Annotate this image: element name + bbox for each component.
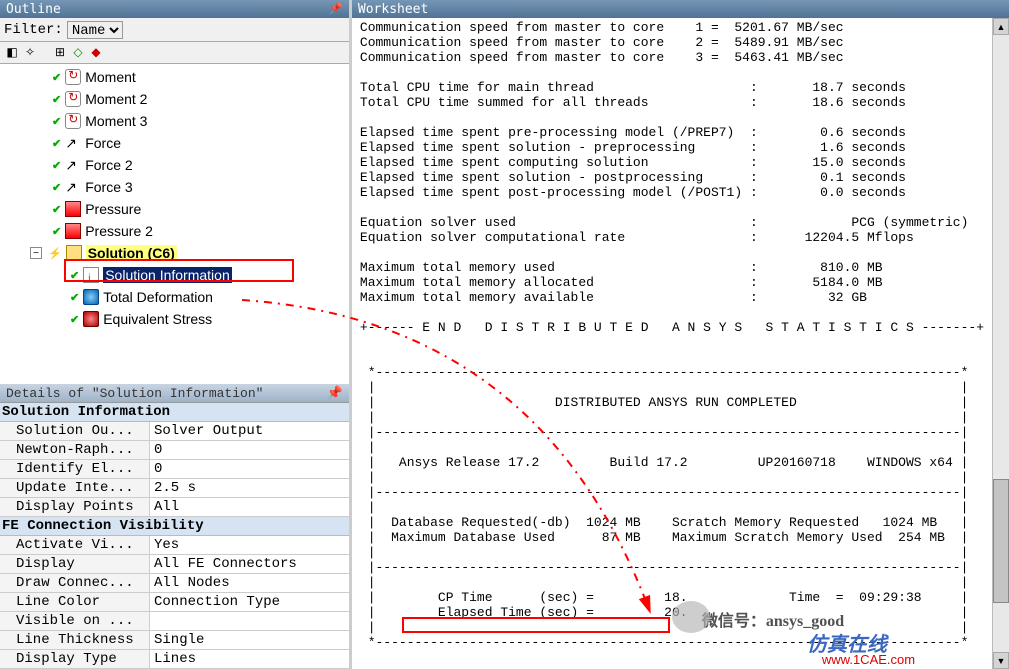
tree-item-solution[interactable]: −⚡Solution (C6) (2, 242, 345, 264)
details-grid: Solution Information Solution Ou...Solve… (0, 402, 349, 669)
details-row[interactable]: Visible on ... (0, 612, 349, 631)
info-icon (83, 267, 99, 283)
details-row[interactable]: Newton-Raph...0 (0, 441, 349, 460)
details-row[interactable]: Line ColorConnection Type (0, 593, 349, 612)
outline-title-bar: Outline 📌 (0, 0, 349, 18)
toolbar-btn-2[interactable]: ✧ (22, 44, 38, 60)
tree-item[interactable]: ✔Moment 3 (2, 110, 345, 132)
details-row[interactable]: Draw Connec...All Nodes (0, 574, 349, 593)
details-section-header[interactable]: Solution Information (0, 403, 349, 422)
check-icon: ✔ (52, 137, 61, 150)
toolbar-btn-5[interactable]: ◆ (88, 44, 104, 60)
filter-row: Filter: Name (0, 18, 349, 42)
pressure-icon (65, 223, 81, 239)
solution-icon (66, 245, 82, 261)
pressure-icon (65, 201, 81, 217)
toolbar-btn-4[interactable]: ◇ (70, 44, 86, 60)
details-row[interactable]: Display PointsAll (0, 498, 349, 517)
check-icon: ✔ (52, 181, 61, 194)
check-icon: ✔ (52, 93, 61, 106)
scroll-down-icon[interactable]: ▼ (993, 652, 1009, 669)
equiv-stress-icon (83, 311, 99, 327)
check-icon: ✔ (70, 291, 79, 304)
toolbar-btn-1[interactable]: ◧ (4, 44, 20, 60)
outline-title: Outline (6, 2, 61, 17)
worksheet-content: Communication speed from master to core … (352, 18, 992, 669)
tree-item[interactable]: ✔Pressure 2 (2, 220, 345, 242)
worksheet-title-bar: Worksheet (352, 0, 1009, 18)
check-icon: ✔ (70, 269, 79, 282)
check-icon: ✔ (52, 159, 61, 172)
outline-tree[interactable]: ✔Moment ✔Moment 2 ✔Moment 3 ✔↗Force ✔↗Fo… (0, 64, 349, 384)
filter-label: Filter: (4, 22, 63, 38)
tree-item[interactable]: ✔Total Deformation (2, 286, 345, 308)
details-title-bar: Details of "Solution Information" 📌 (0, 384, 349, 402)
deformation-icon (83, 289, 99, 305)
force-icon: ↗ (65, 135, 81, 151)
tree-item[interactable]: ✔Moment (2, 66, 345, 88)
collapse-icon[interactable]: − (30, 247, 42, 259)
toolbar-btn-3[interactable]: ⊞ (52, 44, 68, 60)
moment-icon (65, 69, 81, 85)
worksheet-title: Worksheet (358, 2, 428, 17)
details-row[interactable]: Identify El...0 (0, 460, 349, 479)
details-row[interactable]: Line ThicknessSingle (0, 631, 349, 650)
details-section-header[interactable]: FE Connection Visibility (0, 517, 349, 536)
check-icon: ✔ (52, 203, 61, 216)
tree-item-solution-info[interactable]: ✔Solution Information (2, 264, 345, 286)
moment-icon (65, 91, 81, 107)
details-row[interactable]: Activate Vi...Yes (0, 536, 349, 555)
moment-icon (65, 113, 81, 129)
force-icon: ↗ (65, 157, 81, 173)
force-icon: ↗ (65, 179, 81, 195)
scroll-track[interactable] (993, 35, 1009, 652)
filter-select[interactable]: Name (67, 21, 123, 39)
tree-item[interactable]: ✔↗Force 2 (2, 154, 345, 176)
check-icon: ✔ (52, 71, 61, 84)
details-row[interactable]: DisplayAll FE Connectors (0, 555, 349, 574)
tree-item[interactable]: ✔Pressure (2, 198, 345, 220)
bolt-icon: ⚡ (48, 247, 62, 260)
check-icon: ✔ (52, 225, 61, 238)
details-row[interactable]: Display TypeLines (0, 650, 349, 669)
tree-item[interactable]: ✔↗Force (2, 132, 345, 154)
tree-item[interactable]: ✔Moment 2 (2, 88, 345, 110)
tree-item[interactable]: ✔Equivalent Stress (2, 308, 345, 330)
details-row[interactable]: Update Inte...2.5 s (0, 479, 349, 498)
details-title: Details of "Solution Information" (6, 386, 263, 400)
scroll-up-icon[interactable]: ▲ (993, 18, 1009, 35)
scroll-thumb[interactable] (993, 479, 1009, 602)
check-icon: ✔ (52, 115, 61, 128)
outline-toolbar: ◧ ✧ ⊞ ◇ ◆ (0, 42, 349, 64)
scrollbar-vertical[interactable]: ▲ ▼ (992, 18, 1009, 669)
pin-icon[interactable]: 📌 (329, 2, 343, 16)
tree-item[interactable]: ✔↗Force 3 (2, 176, 345, 198)
pin-icon[interactable]: 📌 (327, 386, 343, 400)
details-row[interactable]: Solution Ou...Solver Output (0, 422, 349, 441)
check-icon: ✔ (70, 313, 79, 326)
